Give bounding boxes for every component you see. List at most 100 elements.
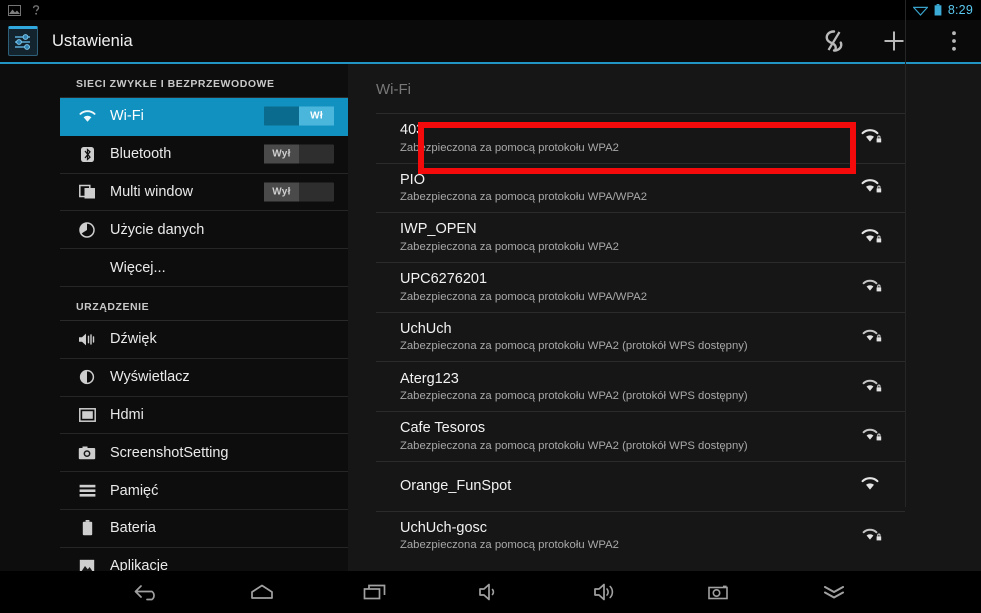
- page-title: Ustawienia: [52, 31, 133, 50]
- wifi-toggle-label: Wł: [299, 106, 334, 126]
- wifi-security: Zabezpieczona za pomocą protokołu WPA/WP…: [400, 290, 647, 303]
- wifi-network-text: Cafe Tesoros Zabezpieczona za pomocą pro…: [376, 419, 748, 453]
- nav-home-button[interactable]: [240, 577, 284, 607]
- wifi-network-row-403[interactable]: 403 Zabezpieczona za pomocą protokołu WP…: [376, 113, 905, 163]
- wifi-network-text: 403 Zabezpieczona za pomocą protokołu WP…: [376, 121, 619, 155]
- multi-window-toggle[interactable]: Wył: [264, 182, 334, 202]
- sidebar-item-wifi[interactable]: Wi-Fi Wł: [60, 98, 348, 136]
- settings-sidebar[interactable]: SIECI ZWYKŁE I BEZPRZEWODOWE Wi-Fi Wł Bl…: [0, 64, 348, 571]
- sidebar-item-sound[interactable]: Dźwięk: [60, 321, 348, 359]
- more-vertical-icon: [952, 31, 956, 51]
- apps-icon: [76, 559, 98, 571]
- nav-volume-up-button[interactable]: [583, 577, 627, 607]
- navigation-bar: [0, 571, 981, 613]
- sidebar-group-header-wireless: SIECI ZWYKŁE I BEZPRZEWODOWE: [60, 64, 348, 98]
- sidebar-item-label: Aplikacje: [110, 558, 169, 571]
- wifi-ssid: PIO: [400, 171, 425, 188]
- wifi-signal-locked-icon: [861, 127, 883, 149]
- status-bar[interactable]: 8:29: [0, 0, 981, 20]
- wifi-network-row-uchuch[interactable]: UchUch Zabezpieczona za pomocą protokołu…: [376, 311, 905, 362]
- wifi-network-text: UPC6276201 Zabezpieczona za pomocą proto…: [376, 270, 647, 304]
- sidebar-item-label: ScreenshotSetting: [110, 444, 229, 461]
- battery-icon: [934, 4, 942, 16]
- sidebar-item-label: Bateria: [110, 520, 156, 537]
- wifi-toggle[interactable]: Wł: [264, 106, 334, 126]
- wifi-signal-locked-icon: [861, 525, 883, 547]
- wifi-network-text: UchUch-gosc Zabezpieczona za pomocą prot…: [376, 519, 619, 553]
- nav-screenshot-button[interactable]: [697, 577, 741, 607]
- sidebar-item-display[interactable]: Wyświetlacz: [60, 359, 348, 397]
- sound-icon: [76, 332, 98, 347]
- wifi-network-row-pio[interactable]: PIO Zabezpieczona za pomocą protokołu WP…: [376, 162, 905, 213]
- sidebar-item-screenshot-setting[interactable]: ScreenshotSetting: [60, 434, 348, 473]
- wifi-signal-locked-icon: [861, 376, 883, 398]
- battery-icon: [76, 520, 98, 536]
- sidebar-item-label: Pamięć: [110, 482, 159, 499]
- wifi-signal-icon: [912, 6, 928, 16]
- sidebar-item-label: Dźwięk: [110, 331, 157, 348]
- image-icon: [8, 4, 21, 16]
- sidebar-item-bluetooth[interactable]: Bluetooth Wył: [60, 136, 348, 174]
- nav-recents-button[interactable]: [354, 577, 398, 607]
- multiwindow-icon: [76, 184, 98, 200]
- sidebar-item-label: Hdmi: [110, 406, 144, 423]
- scan-refresh-button[interactable]: [821, 28, 847, 54]
- sidebar-item-storage[interactable]: Pamięć: [60, 472, 348, 510]
- status-system-icons: 8:29: [912, 3, 973, 17]
- wifi-network-row-orange-funspot[interactable]: Orange_FunSpot: [376, 460, 905, 511]
- wifi-ssid: Aterg123: [400, 370, 459, 387]
- sidebar-item-label: Wi-Fi: [110, 108, 144, 125]
- wifi-network-row-aterg123[interactable]: Aterg123 Zabezpieczona za pomocą protoko…: [376, 361, 905, 411]
- sidebar-item-hdmi[interactable]: Hdmi: [60, 397, 348, 435]
- wifi-signal-locked-icon: [861, 326, 883, 348]
- wifi-ssid: Orange_FunSpot: [400, 477, 512, 494]
- display-icon: [76, 369, 98, 385]
- wifi-ssid: IWP_OPEN: [400, 221, 477, 238]
- nav-back-button[interactable]: [125, 577, 169, 607]
- status-notification-icons: [8, 4, 42, 16]
- wifi-security: Zabezpieczona za pomocą protokołu WPA2 (…: [400, 439, 748, 452]
- sidebar-item-data-usage[interactable]: Użycie danych: [60, 211, 348, 250]
- bluetooth-toggle[interactable]: Wył: [264, 144, 334, 164]
- settings-sliders-icon[interactable]: [8, 26, 38, 56]
- wifi-network-text: Orange_FunSpot: [376, 477, 511, 496]
- wifi-icon: [76, 110, 98, 123]
- camera-icon: [708, 585, 729, 600]
- sidebar-item-label: Więcej...: [110, 259, 166, 276]
- nav-hide-button[interactable]: [812, 577, 856, 607]
- nav-volume-down-button[interactable]: [468, 577, 512, 607]
- wifi-network-text: PIO Zabezpieczona za pomocą protokołu WP…: [376, 171, 647, 205]
- wifi-network-text: Aterg123 Zabezpieczona za pomocą protoko…: [376, 370, 748, 404]
- wifi-network-row-upc6276201[interactable]: UPC6276201 Zabezpieczona za pomocą proto…: [376, 262, 905, 312]
- wifi-signal-locked-icon: [861, 227, 883, 249]
- wifi-signal-locked-icon: [861, 425, 883, 447]
- sidebar-item-apps[interactable]: Aplikacje: [60, 548, 348, 571]
- panel-edge-divider: [905, 0, 906, 507]
- sidebar-group-header-device: URZĄDZENIE: [60, 287, 348, 321]
- sidebar-item-battery[interactable]: Bateria: [60, 510, 348, 548]
- help-icon: [32, 5, 40, 15]
- wifi-network-row-cafe-tesoros[interactable]: Cafe Tesoros Zabezpieczona za pomocą pro…: [376, 411, 905, 461]
- volume-down-icon: [479, 583, 495, 601]
- sidebar-item-more[interactable]: Więcej...: [60, 249, 348, 287]
- volume-up-icon: [594, 583, 614, 601]
- wifi-network-text: UchUch Zabezpieczona za pomocą protokołu…: [376, 320, 748, 354]
- back-arrow-icon: [134, 585, 155, 601]
- wifi-network-row-iwp-open[interactable]: IWP_OPEN Zabezpieczona za pomocą protoko…: [376, 212, 905, 262]
- wifi-signal-open-icon: [861, 475, 883, 497]
- overflow-menu-button[interactable]: [941, 28, 967, 54]
- plus-icon: [884, 31, 904, 51]
- camera-icon: [76, 446, 98, 460]
- bluetooth-toggle-label: Wył: [264, 144, 299, 164]
- sidebar-item-label: Bluetooth: [110, 146, 172, 163]
- wifi-network-row-uchuch-gosc[interactable]: UchUch-gosc Zabezpieczona za pomocą prot…: [376, 510, 905, 561]
- wifi-signal-locked-icon: [861, 276, 883, 298]
- wifi-security: Zabezpieczona za pomocą protokołu WPA/WP…: [400, 191, 647, 204]
- multi-window-toggle-label: Wył: [264, 182, 299, 202]
- sidebar-item-label: Wyświetlacz: [110, 369, 190, 386]
- wifi-network-text: IWP_OPEN Zabezpieczona za pomocą protoko…: [376, 220, 619, 254]
- add-network-button[interactable]: [881, 28, 907, 54]
- sidebar-item-label: Multi window: [110, 183, 193, 200]
- wifi-ssid: UchUch: [400, 320, 452, 337]
- sidebar-item-multi-window[interactable]: Multi window Wył: [60, 174, 348, 212]
